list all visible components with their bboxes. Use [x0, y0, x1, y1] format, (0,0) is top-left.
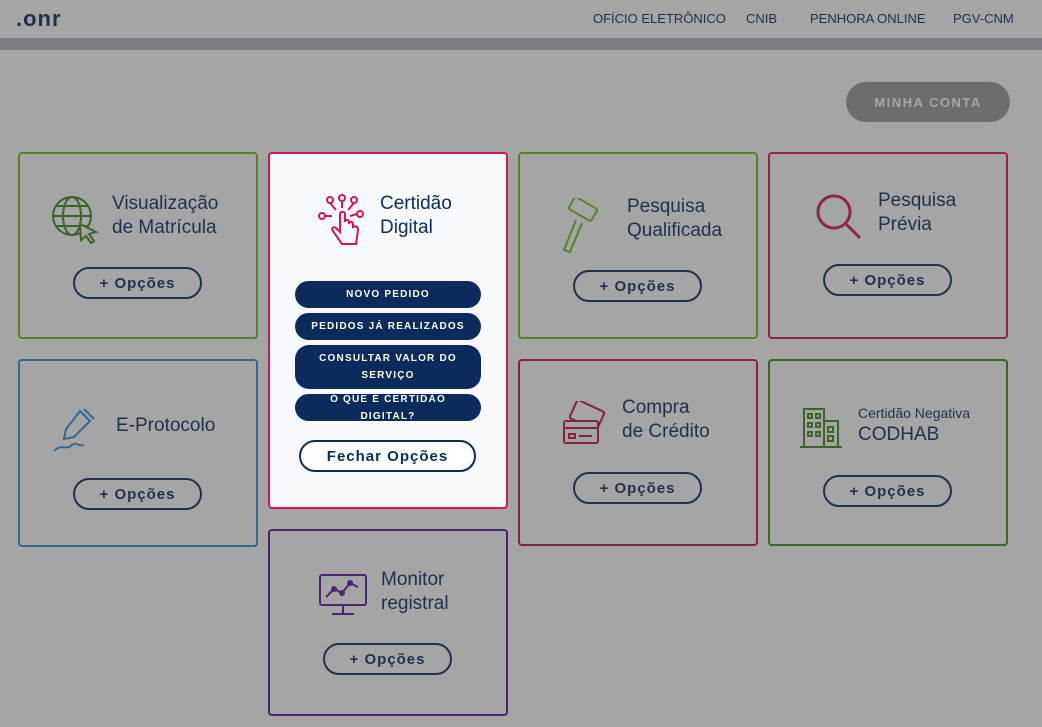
o-que-e-certidao-button[interactable]: O QUE É CERTIDÃO DIGITAL?: [295, 394, 481, 422]
touch-finger-icon: [316, 194, 366, 255]
consultar-valor-button[interactable]: CONSULTAR VALOR DO SERVIÇO: [295, 345, 481, 389]
card-title: Certidão Digital: [380, 193, 452, 238]
modal-overlay[interactable]: [0, 0, 1042, 727]
fechar-opcoes-button[interactable]: Fechar Opções: [299, 440, 476, 472]
card-certidao-digital: Certidão Digital NOVO PEDIDO PEDIDOS JÁ R…: [268, 152, 508, 509]
pedidos-realizados-button[interactable]: PEDIDOS JÁ REALIZADOS: [295, 313, 481, 340]
novo-pedido-button[interactable]: NOVO PEDIDO: [295, 281, 481, 308]
